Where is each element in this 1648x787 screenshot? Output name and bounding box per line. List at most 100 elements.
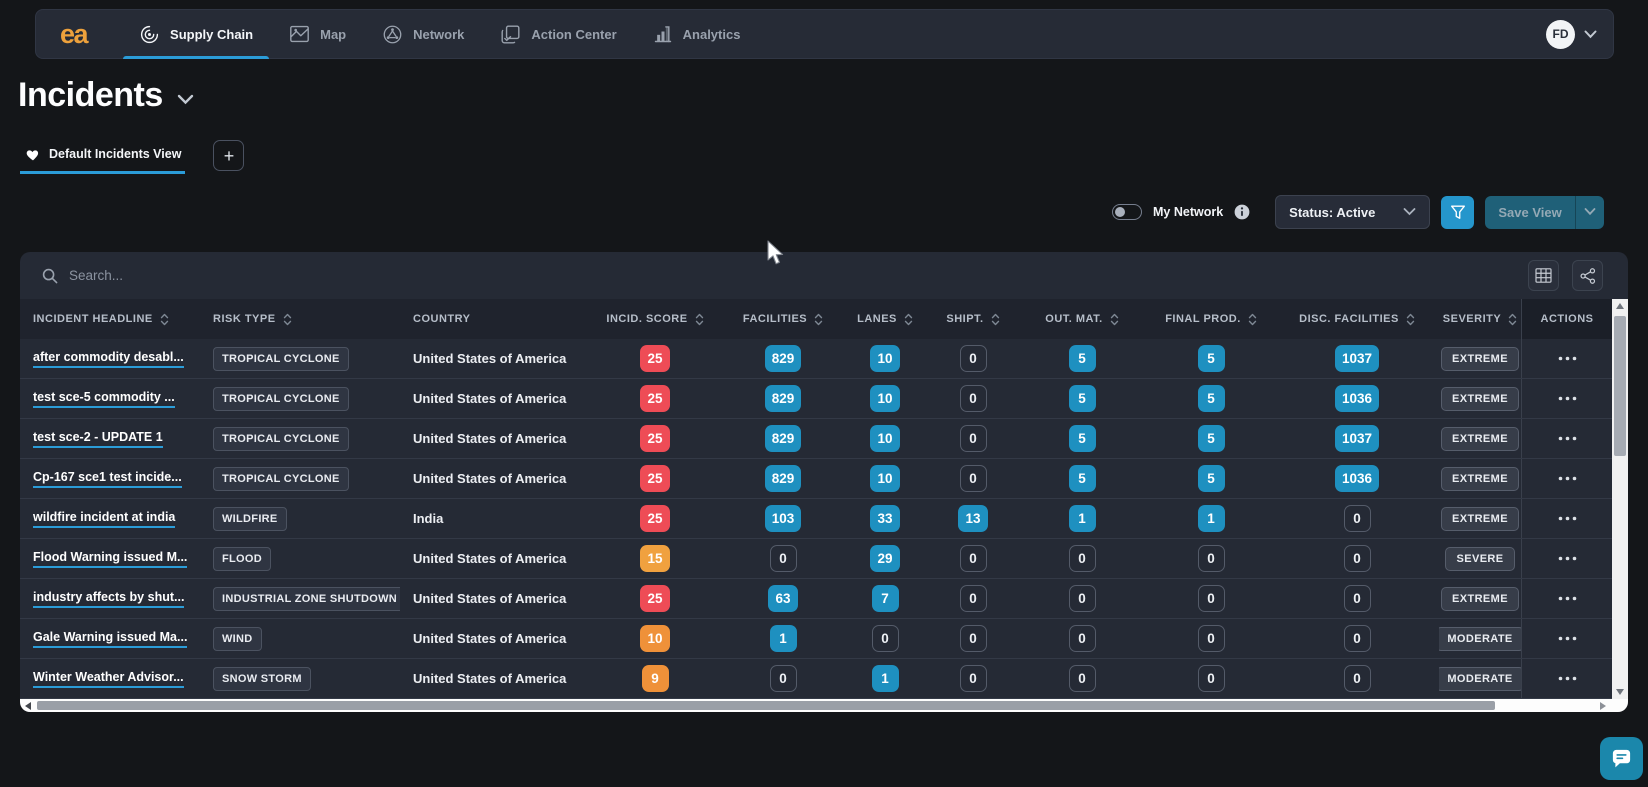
cell-severity: EXTREME	[1439, 506, 1521, 531]
search-input[interactable]	[69, 268, 1528, 283]
nav-tab-analytics[interactable]: Analytics	[635, 10, 759, 58]
incident-headline-link[interactable]: after commodity desabl...	[33, 350, 184, 368]
vertical-scrollbar-thumb[interactable]	[1614, 316, 1626, 456]
save-view-button[interactable]: Save View	[1485, 195, 1604, 229]
column-header-disc_facilities[interactable]: DISC. FACILITIES	[1275, 313, 1439, 326]
row-actions-menu-button[interactable]	[1552, 430, 1583, 447]
cell-lanes: 10	[841, 345, 929, 372]
add-view-button[interactable]: +	[213, 140, 245, 171]
filter-button[interactable]	[1441, 195, 1475, 229]
column-header-incid_score[interactable]: INCID. SCORE	[585, 313, 725, 326]
column-header-lanes[interactable]: LANES	[841, 313, 929, 326]
sort-icon[interactable]	[1508, 313, 1517, 326]
sort-icon[interactable]	[1248, 313, 1257, 326]
column-header-out_mat[interactable]: OUT. MAT.	[1017, 313, 1147, 326]
brand-logo[interactable]: ea	[60, 19, 89, 50]
column-header-facilities[interactable]: FACILITIES	[725, 313, 841, 326]
nav-tab-supply-chain[interactable]: Supply Chain	[121, 10, 271, 59]
scroll-up-arrow[interactable]	[1612, 303, 1628, 309]
view-tab-default-incidents[interactable]: Default Incidents View	[20, 140, 186, 174]
sort-icon[interactable]	[904, 313, 913, 326]
save-view-label[interactable]: Save View	[1485, 196, 1574, 229]
shipt-count-badge: 0	[959, 665, 987, 692]
row-actions-menu-button[interactable]	[1552, 390, 1583, 407]
final-prod-count-badge: 0	[1197, 545, 1225, 572]
incident-score-badge: 10	[640, 625, 670, 652]
lanes-count-badge: 10	[870, 345, 900, 372]
column-settings-button[interactable]	[1528, 260, 1559, 291]
nav-tab-map[interactable]: Map	[271, 10, 364, 58]
scroll-down-arrow[interactable]	[1612, 689, 1628, 695]
controls-row: My Network Status: Active Save View	[1112, 195, 1604, 229]
cell-disc-facilities: 1036	[1275, 465, 1439, 492]
nav-tab-action-center[interactable]: Action Center	[482, 10, 634, 58]
cell-risk-type: TROPICAL CYCLONE	[200, 346, 400, 371]
final-prod-count-badge: 5	[1197, 385, 1225, 412]
column-header-final_prod[interactable]: FINAL PROD.	[1147, 313, 1275, 326]
row-actions-menu-button[interactable]	[1552, 670, 1583, 687]
out-mat-count-badge: 1	[1068, 505, 1096, 532]
cell-disc-facilities: 0	[1275, 625, 1439, 652]
column-header-severity[interactable]: SEVERITY	[1439, 313, 1521, 326]
column-header-shipt[interactable]: SHIPT.	[929, 313, 1017, 326]
ellipsis-icon	[1558, 516, 1577, 521]
cell-actions	[1521, 539, 1612, 578]
column-header-headline[interactable]: INCIDENT HEADLINE	[20, 313, 200, 326]
cell-out-mat: 0	[1017, 585, 1147, 612]
sort-icon[interactable]	[814, 313, 823, 326]
save-view-chevron-down-icon[interactable]	[1576, 196, 1604, 229]
row-actions-menu-button[interactable]	[1552, 590, 1583, 607]
sort-icon[interactable]	[160, 313, 169, 326]
incident-headline-link[interactable]: Winter Weather Advisor...	[33, 670, 184, 688]
incident-headline-link[interactable]: Flood Warning issued M...	[33, 550, 188, 568]
avatar[interactable]: FD	[1546, 19, 1575, 49]
cell-incident-score: 25	[585, 505, 725, 532]
vertical-scrollbar[interactable]	[1612, 299, 1628, 699]
cell-shipt: 0	[929, 625, 1017, 652]
row-actions-menu-button[interactable]	[1552, 630, 1583, 647]
cell-facilities: 829	[725, 385, 841, 412]
user-menu[interactable]: FD	[1546, 19, 1597, 49]
scroll-left-arrow[interactable]	[25, 702, 31, 710]
cell-incident-headline: Gale Warning issued Ma...	[20, 630, 200, 648]
sort-icon[interactable]	[695, 313, 704, 326]
page-title-chevron-down-icon[interactable]	[177, 94, 194, 105]
horizontal-scrollbar[interactable]	[20, 699, 1612, 712]
sort-icon[interactable]	[991, 313, 1000, 326]
cell-severity: EXTREME	[1439, 426, 1521, 451]
cell-out-mat: 0	[1017, 625, 1147, 652]
row-actions-menu-button[interactable]	[1552, 510, 1583, 527]
chat-widget-button[interactable]	[1600, 737, 1643, 780]
sort-icon[interactable]	[283, 313, 292, 326]
final-prod-count-badge: 1	[1197, 505, 1225, 532]
cell-country: United States of America	[400, 391, 585, 406]
user-menu-chevron-down-icon[interactable]	[1584, 30, 1597, 39]
disc-facilities-count-badge: 1036	[1334, 465, 1380, 492]
column-header-risk_type[interactable]: RISK TYPE	[200, 313, 400, 326]
incident-headline-link[interactable]: Cp-167 sce1 test incide...	[33, 470, 182, 488]
incident-headline-link[interactable]: wildfire incident at india	[33, 510, 176, 528]
column-header-label: FINAL PROD.	[1165, 313, 1241, 325]
action-center-icon	[500, 24, 521, 45]
status-filter-dropdown[interactable]: Status: Active	[1275, 195, 1431, 229]
my-network-toggle[interactable]	[1112, 204, 1142, 220]
ellipsis-icon	[1558, 436, 1577, 441]
scroll-right-arrow[interactable]	[1600, 702, 1606, 710]
nav-tab-network[interactable]: Network	[364, 10, 482, 58]
info-icon[interactable]	[1234, 204, 1250, 220]
out-mat-count-badge: 5	[1068, 385, 1096, 412]
incident-score-badge: 25	[640, 585, 670, 612]
cell-risk-type: WIND	[200, 626, 400, 651]
sort-icon[interactable]	[1406, 313, 1415, 326]
incident-headline-link[interactable]: Gale Warning issued Ma...	[33, 630, 188, 648]
row-actions-menu-button[interactable]	[1552, 350, 1583, 367]
share-button[interactable]	[1572, 260, 1603, 291]
incident-headline-link[interactable]: industry affects by shut...	[33, 590, 185, 608]
row-actions-menu-button[interactable]	[1552, 470, 1583, 487]
sort-icon[interactable]	[1110, 313, 1119, 326]
row-actions-menu-button[interactable]	[1552, 550, 1583, 567]
incident-headline-link[interactable]: test sce-2 - UPDATE 1	[33, 430, 163, 448]
horizontal-scrollbar-thumb[interactable]	[37, 701, 1495, 710]
incident-headline-link[interactable]: test sce-5 commodity ...	[33, 390, 175, 408]
filter-funnel-icon	[1450, 205, 1466, 220]
